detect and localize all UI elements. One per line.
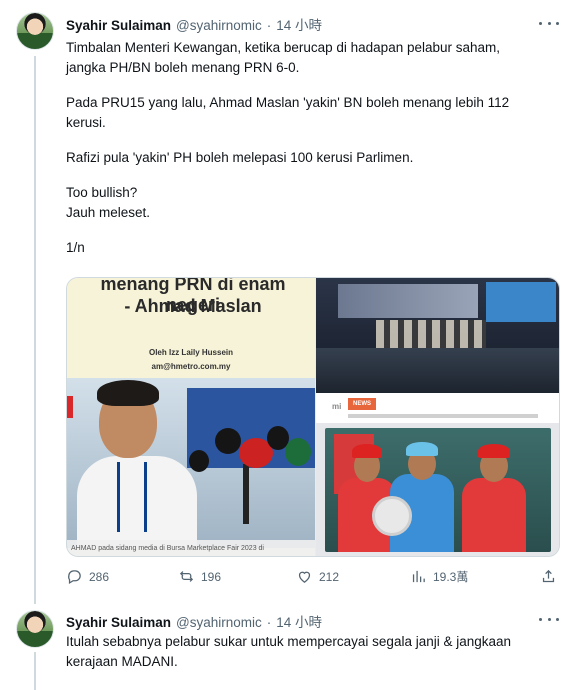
author-name[interactable]: Syahir Sulaiman	[66, 18, 171, 33]
retweet-icon	[179, 571, 194, 582]
avatar[interactable]	[16, 610, 54, 648]
more-icon[interactable]	[539, 612, 559, 626]
more-icon[interactable]	[539, 16, 559, 30]
reply-icon	[68, 570, 81, 585]
media-grid[interactable]: menang PRN di enam negeri - Ahmad Maslan…	[66, 277, 560, 557]
reply-button[interactable]: 286	[66, 568, 109, 585]
view-count: 19.3萬	[433, 570, 469, 584]
like-button[interactable]: 212	[296, 568, 339, 585]
tweet-paragraph: Itulah sebabnya pelabur sukar untuk memp…	[66, 634, 512, 669]
media-image-news-article[interactable]: menang PRN di enam negeri - Ahmad Maslan…	[67, 278, 315, 556]
author-name[interactable]: Syahir Sulaiman	[66, 615, 171, 630]
article-byline: Oleh Izz Laily Hussein	[148, 348, 234, 357]
tweet-actions: 286 196 212 19.3萬	[66, 568, 560, 588]
article-headline: - Ahmad Maslan	[124, 296, 262, 316]
thread-line	[34, 56, 36, 604]
views-button[interactable]: 19.3萬	[410, 568, 468, 585]
news-logo: mi	[332, 402, 342, 411]
tweet-paragraph: Too bullish? Jauh meleset.	[66, 185, 151, 220]
views-icon	[412, 570, 425, 583]
like-count: 212	[319, 569, 340, 584]
tweet-text: Timbalan Menteri Kewangan, ketika beruca…	[66, 38, 556, 258]
retweet-count: 196	[201, 569, 222, 584]
photo-caption: AHMAD pada sidang media di Bursa Marketp…	[67, 540, 315, 556]
author-handle[interactable]: @syahirnomic	[176, 18, 262, 33]
timestamp[interactable]: 14 小時	[276, 14, 322, 34]
tweet-header: Syahir Sulaiman @syahirnomic · 14 小時	[66, 611, 322, 631]
reply-count: 286	[89, 569, 110, 584]
news-tag: NEWS	[348, 398, 376, 410]
tweet-paragraph: Rafizi pula 'yakin' PH boleh melepasi 10…	[66, 150, 414, 165]
tweet-text: Itulah sebabnya pelabur sukar untuk memp…	[66, 632, 556, 672]
avatar[interactable]	[16, 12, 54, 50]
media-image-rally[interactable]: mi NEWS	[316, 278, 559, 556]
thread-line	[34, 652, 36, 690]
microphone-icon	[189, 450, 209, 472]
separator-dot: ·	[266, 615, 272, 630]
share-icon	[542, 569, 555, 583]
microphone-icon	[215, 428, 241, 454]
tweet[interactable]: Syahir Sulaiman @syahirnomic · 14 小時 Tim…	[0, 0, 577, 604]
tweet[interactable]: Syahir Sulaiman @syahirnomic · 14 小時 Itu…	[0, 600, 577, 690]
timestamp[interactable]: 14 小時	[276, 611, 322, 631]
tweet-paragraph: Timbalan Menteri Kewangan, ketika beruca…	[66, 40, 501, 75]
article-email: am@hmetro.com.my	[151, 362, 231, 371]
tweet-paragraph: 1/n	[66, 240, 85, 255]
microphone-icon	[285, 438, 311, 466]
megaphone-icon	[372, 496, 412, 536]
share-button[interactable]	[540, 568, 557, 585]
tweet-header: Syahir Sulaiman @syahirnomic · 14 小時	[66, 14, 322, 34]
separator-dot: ·	[266, 18, 272, 33]
retweet-button[interactable]: 196	[178, 568, 221, 585]
author-handle[interactable]: @syahirnomic	[176, 615, 262, 630]
like-icon	[298, 571, 311, 583]
tweet-paragraph: Pada PRU15 yang lalu, Ahmad Maslan 'yaki…	[66, 95, 510, 130]
